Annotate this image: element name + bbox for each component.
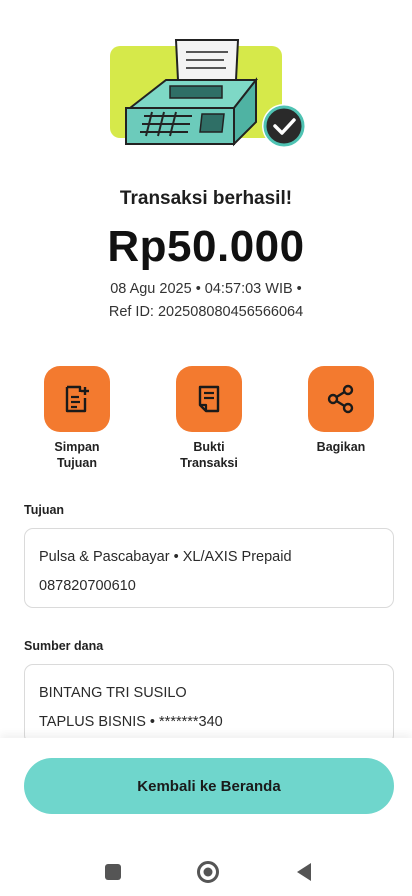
source-account-detail: TAPLUS BISNIS • *******340	[39, 714, 223, 730]
status-title: Transaksi berhasil!	[119, 188, 293, 209]
destination-section-label: Tujuan	[24, 503, 65, 517]
source-account-name: BINTANG TRI SUSILO	[39, 685, 187, 701]
success-check-icon	[262, 104, 306, 148]
back-triangle-icon	[297, 863, 311, 881]
circle-home-icon	[197, 861, 219, 883]
receipt-button[interactable]: Bukti Transaksi	[154, 366, 264, 471]
share-icon-button[interactable]	[308, 366, 374, 432]
document-add-icon	[65, 385, 89, 413]
receipt-label: Bukti Transaksi	[180, 440, 238, 470]
transaction-success-illustration	[110, 39, 306, 148]
destination-number: 087820700610	[39, 578, 136, 594]
share-icon	[327, 384, 354, 414]
home-nav-button[interactable]	[196, 860, 220, 884]
share-button[interactable]: Bagikan	[286, 366, 396, 455]
destination-card: Pulsa & Pascabayar • XL/AXIS Prepaid 087…	[24, 528, 394, 608]
receipt-icon	[198, 385, 220, 413]
transaction-datetime: 08 Agu 2025 • 04:57:03 WIB •	[110, 281, 302, 297]
source-fund-section-label: Sumber dana	[24, 639, 104, 653]
transaction-ref-id: Ref ID: 20250808045656606​4	[108, 304, 304, 320]
destination-product: Pulsa & Pascabayar • XL/AXIS Prepaid	[39, 549, 292, 565]
receipt-icon-button[interactable]	[176, 366, 242, 432]
back-to-home-button[interactable]: Kembali ke Beranda	[24, 758, 394, 814]
save-destination-label: Simpan Tujuan	[54, 440, 100, 470]
transaction-amount: Rp50.000	[107, 222, 305, 271]
back-nav-button[interactable]	[292, 860, 316, 884]
save-destination-button[interactable]: Simpan Tujuan	[22, 366, 132, 471]
share-label: Bagikan	[316, 440, 366, 454]
recent-apps-button[interactable]	[101, 860, 125, 884]
source-fund-card: BINTANG TRI SUSILO TAPLUS BISNIS • *****…	[24, 664, 394, 744]
square-icon	[105, 864, 121, 880]
save-destination-icon-button[interactable]	[44, 366, 110, 432]
